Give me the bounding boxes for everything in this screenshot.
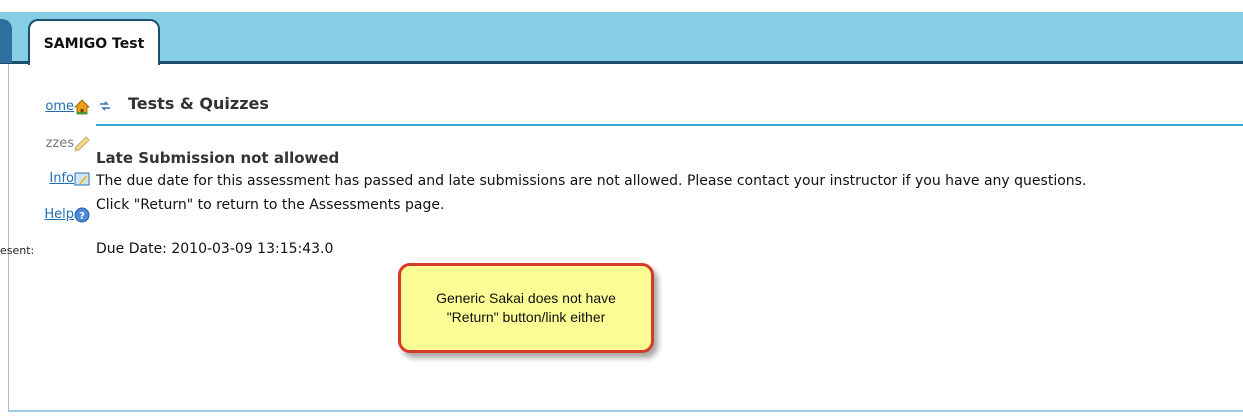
tool-menu-item-label: zzes [45,136,74,151]
message-text: The due date for this assessment has pas… [96,173,1087,189]
tool-menu-item-label[interactable]: Help [44,204,74,226]
reset-icon[interactable] [98,98,112,112]
site-tab-label: SAMIGO Test [43,36,145,52]
help-icon: ? [74,207,90,223]
tool-menu-item-label[interactable]: Info [49,168,74,190]
site-tab-bar [0,12,1243,64]
annotation-callout: Generic Sakai does not have "Return" but… [398,263,654,353]
top-strip [0,0,1243,12]
tool-menu-item-label[interactable]: ome [45,96,74,118]
tool-title-bar: Tests & Quizzes [96,90,1243,126]
previous-tab-edge[interactable] [0,19,12,63]
content-frame-bottom-border [8,410,1243,412]
tool-menu-item-quizzes: zzes [0,133,90,155]
tool-menu-item-help[interactable]: Help ? [0,204,90,226]
presence-label: esent: [0,244,35,257]
annotation-callout-text: Generic Sakai does not have "Return" but… [436,290,616,325]
home-icon [74,99,90,115]
due-date: Due Date: 2010-03-09 13:15:43.0 [96,241,334,257]
message-text-return: Click "Return" to return to the Assessme… [96,197,445,213]
message-heading: Late Submission not allowed [96,149,340,167]
pencil-icon [74,136,90,152]
tool-menu-item-site-info[interactable]: Info [0,168,90,190]
site-tab-samigo-test[interactable]: SAMIGO Test [28,19,160,65]
page-title: Tests & Quizzes [128,94,269,113]
svg-text:?: ? [79,211,85,222]
info-icon [74,171,90,187]
tool-menu-item-home[interactable]: ome [0,96,90,118]
